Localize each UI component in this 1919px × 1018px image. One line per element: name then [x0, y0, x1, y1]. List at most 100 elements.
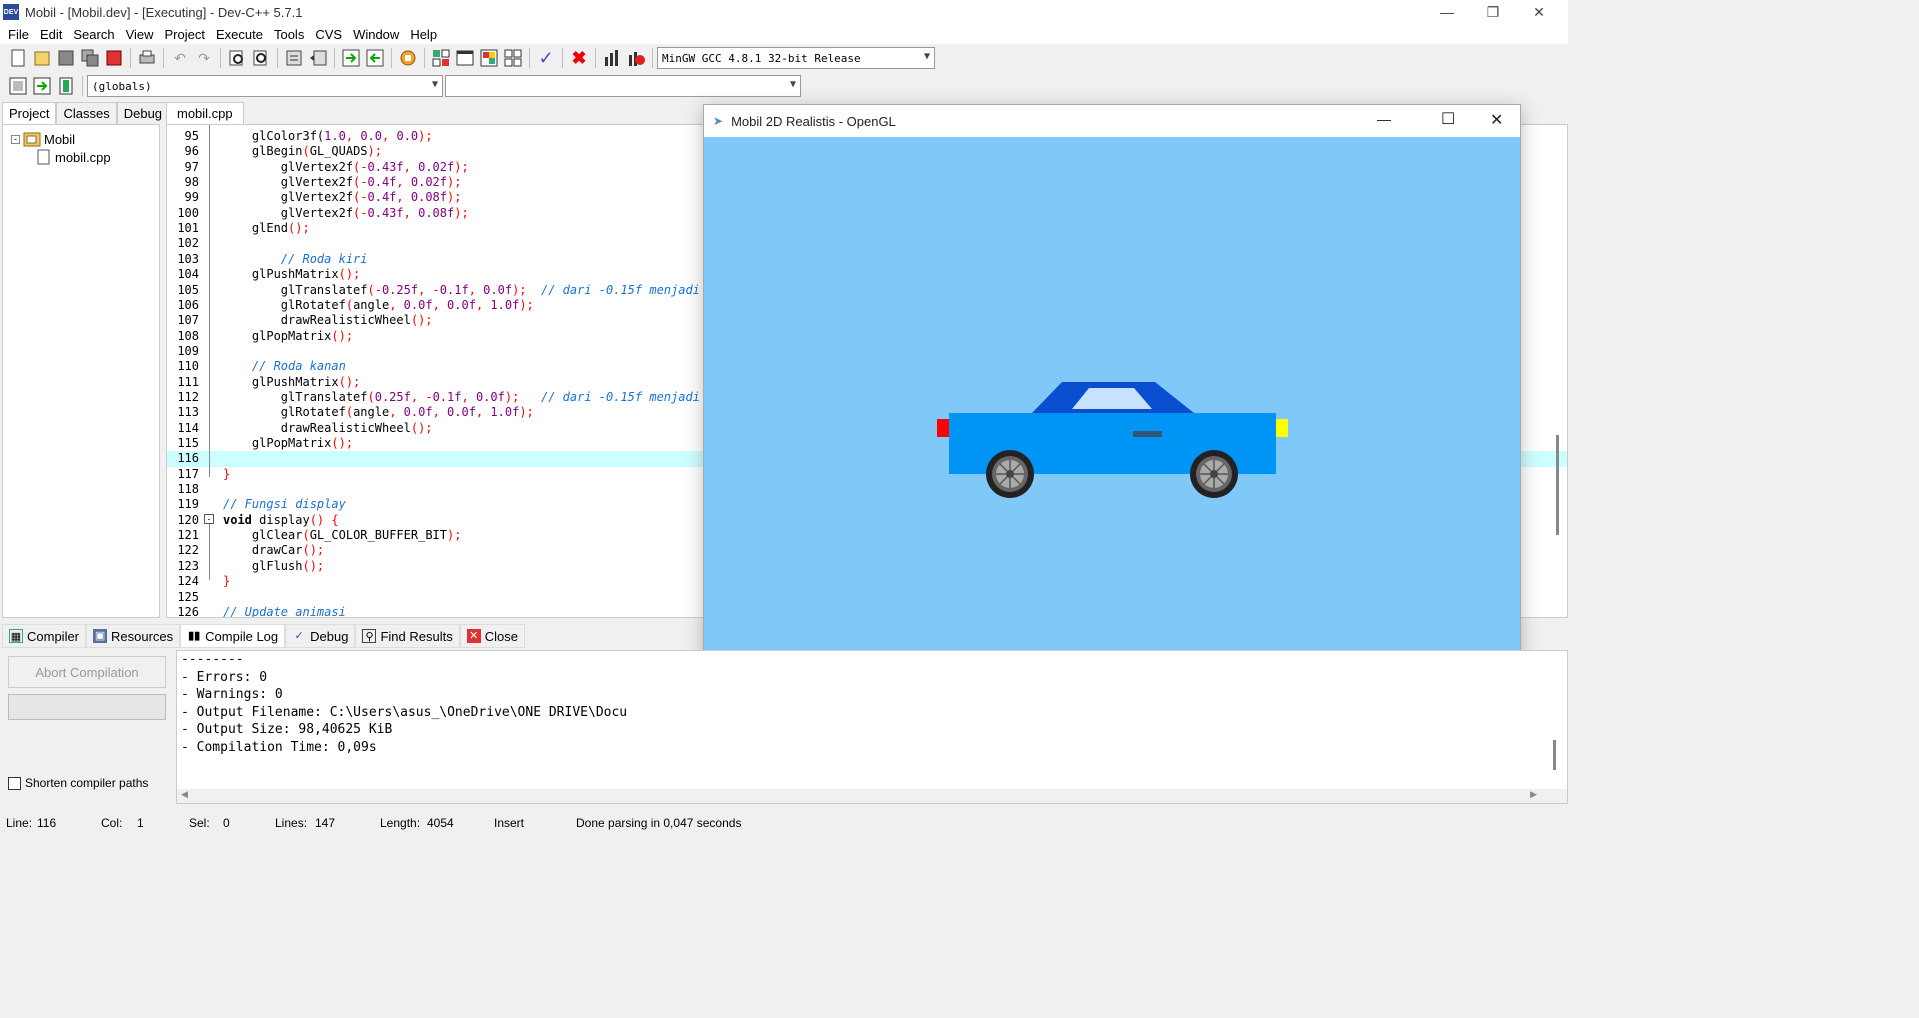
- line-number: 100: [177, 205, 199, 220]
- line-number: 117: [177, 466, 199, 481]
- code-text: glRotatef(angle, 0.0f, 0.0f, 1.0f);: [223, 297, 534, 312]
- status-col-label: Col:: [101, 815, 123, 830]
- status-col-value: 1: [137, 815, 144, 830]
- fold-gutter-line: [209, 524, 210, 580]
- chart-icon: ▮▮: [188, 630, 201, 642]
- menu-edit[interactable]: Edit: [36, 27, 69, 42]
- tab-debug[interactable]: Debug: [116, 102, 170, 124]
- save-icon[interactable]: [55, 47, 77, 69]
- editor-tab-mobil-cpp[interactable]: mobil.cpp: [166, 102, 244, 124]
- status-sel-label: Sel:: [189, 815, 210, 830]
- find-icon[interactable]: [226, 47, 248, 69]
- tab-find-results[interactable]: ⚲ Find Results: [355, 624, 460, 648]
- shorten-paths-checkbox[interactable]: [8, 776, 21, 790]
- close-file-icon[interactable]: [103, 47, 125, 69]
- goto-definition-icon[interactable]: [31, 75, 53, 97]
- syntax-check-icon[interactable]: ✓: [535, 47, 557, 69]
- toolbar-separator: [82, 76, 83, 96]
- toolbar-separator: [595, 48, 596, 68]
- menu-search[interactable]: Search: [69, 27, 121, 42]
- stop-execution-icon[interactable]: ✖: [568, 47, 590, 69]
- menu-view[interactable]: View: [122, 27, 161, 42]
- opengl-app-icon: ➤: [713, 114, 724, 128]
- code-text: drawRealisticWheel();: [223, 313, 433, 328]
- tab-resources[interactable]: ▣ Resources: [86, 624, 181, 648]
- indent-icon[interactable]: [283, 47, 305, 69]
- status-bar: Line: 116 Col: 1 Sel: 0 Lines: 147 Lengt…: [0, 813, 1568, 832]
- opengl-minimize-icon[interactable]: —: [1377, 111, 1391, 127]
- menu-window[interactable]: Window: [349, 27, 406, 42]
- compile-icon[interactable]: [430, 47, 452, 69]
- tab-close[interactable]: ✕ Close: [459, 624, 525, 648]
- car-head-light: [1276, 419, 1288, 437]
- line-number: 120: [177, 512, 199, 527]
- code-text: // Update animasi: [223, 604, 346, 618]
- code-text: glVertex2f(-0.4f, 0.08f);: [223, 190, 462, 205]
- fold-marker-icon[interactable]: -: [204, 514, 214, 524]
- menu-file[interactable]: File: [4, 27, 36, 42]
- scope-select[interactable]: (globals) ▼: [87, 75, 443, 97]
- log-hscrollbar[interactable]: ◀ ▶: [177, 789, 1567, 803]
- opengl-close-icon[interactable]: ✕: [1490, 110, 1503, 130]
- scroll-left-icon[interactable]: ◀: [181, 789, 188, 800]
- line-number: 118: [177, 482, 199, 497]
- save-all-icon[interactable]: [79, 47, 101, 69]
- code-text: drawRealisticWheel();: [223, 420, 433, 435]
- tab-compile-log[interactable]: ▮▮ Compile Log: [180, 624, 286, 648]
- line-number: 99: [184, 190, 199, 205]
- menu-cvs[interactable]: CVS: [311, 27, 349, 42]
- project-options-icon[interactable]: [397, 47, 419, 69]
- scroll-right-icon[interactable]: ▶: [1530, 789, 1537, 800]
- line-number: 104: [177, 267, 199, 282]
- shorten-paths-option[interactable]: Shorten compiler paths: [8, 776, 148, 790]
- compile-run-icon[interactable]: [478, 47, 500, 69]
- compiler-select[interactable]: MinGW GCC 4.8.1 32-bit Release ▼: [657, 47, 935, 69]
- tab-compiler[interactable]: ▦ Compiler: [2, 624, 87, 648]
- new-file-icon[interactable]: [7, 47, 29, 69]
- menu-execute[interactable]: Execute: [212, 27, 270, 42]
- profile-chart-icon[interactable]: [601, 47, 623, 69]
- menu-tools[interactable]: Tools: [270, 27, 311, 42]
- status-message: Done parsing in 0,047 seconds: [576, 815, 742, 830]
- undo-icon[interactable]: ↶: [169, 47, 191, 69]
- tab-classes[interactable]: Classes: [56, 102, 117, 124]
- project-root-node[interactable]: - Mobil: [11, 131, 75, 147]
- unindent-icon[interactable]: [307, 47, 329, 69]
- abort-compilation-button[interactable]: Abort Compilation: [8, 656, 166, 688]
- opengl-maximize-icon[interactable]: ☐: [1441, 109, 1455, 129]
- log-line: - Output Size: 98,40625 KiB: [181, 722, 393, 737]
- log-vscrollbar[interactable]: [1553, 740, 1556, 770]
- toolbar-separator: [334, 48, 335, 68]
- member-select[interactable]: ▼: [445, 75, 801, 97]
- tab-debug-bottom[interactable]: ✓ Debug: [285, 624, 356, 648]
- add-to-project-icon[interactable]: [340, 47, 362, 69]
- status-mode: Insert: [494, 815, 525, 830]
- collapse-icon[interactable]: -: [11, 134, 20, 144]
- replace-icon[interactable]: [250, 47, 272, 69]
- print-icon[interactable]: [136, 47, 158, 69]
- menu-help[interactable]: Help: [406, 27, 444, 42]
- delete-profile-icon[interactable]: [625, 47, 647, 69]
- status-length-label: Length:: [380, 815, 421, 830]
- code-text: glEnd();: [223, 221, 310, 236]
- rebuild-all-icon[interactable]: [502, 47, 524, 69]
- log-line: - Compilation Time: 0,09s: [181, 739, 377, 755]
- open-file-icon[interactable]: [31, 47, 53, 69]
- run-icon[interactable]: [454, 47, 476, 69]
- compile-log[interactable]: -------- - Errors: 0 - Warnings: 0 - Out…: [176, 650, 1568, 804]
- status-sel-value: 0: [223, 815, 230, 830]
- redo-icon[interactable]: ↷: [193, 47, 215, 69]
- tab-compile-log-label: Compile Log: [205, 628, 279, 644]
- class-toolbar: (globals) ▼ ▼: [0, 72, 820, 100]
- menu-project[interactable]: Project: [161, 27, 212, 42]
- project-file-node[interactable]: mobil.cpp: [37, 149, 111, 165]
- close-icon[interactable]: ✕: [1516, 0, 1562, 24]
- editor-scrollbar[interactable]: [1556, 435, 1559, 535]
- class-browser-icon[interactable]: [55, 75, 77, 97]
- tab-compiler-label: Compiler: [27, 628, 80, 644]
- remove-from-project-icon[interactable]: [364, 47, 386, 69]
- tab-project[interactable]: Project: [2, 102, 57, 124]
- restore-icon[interactable]: ❐: [1470, 0, 1516, 24]
- goto-declaration-icon[interactable]: [7, 75, 29, 97]
- minimize-icon[interactable]: —: [1424, 0, 1470, 24]
